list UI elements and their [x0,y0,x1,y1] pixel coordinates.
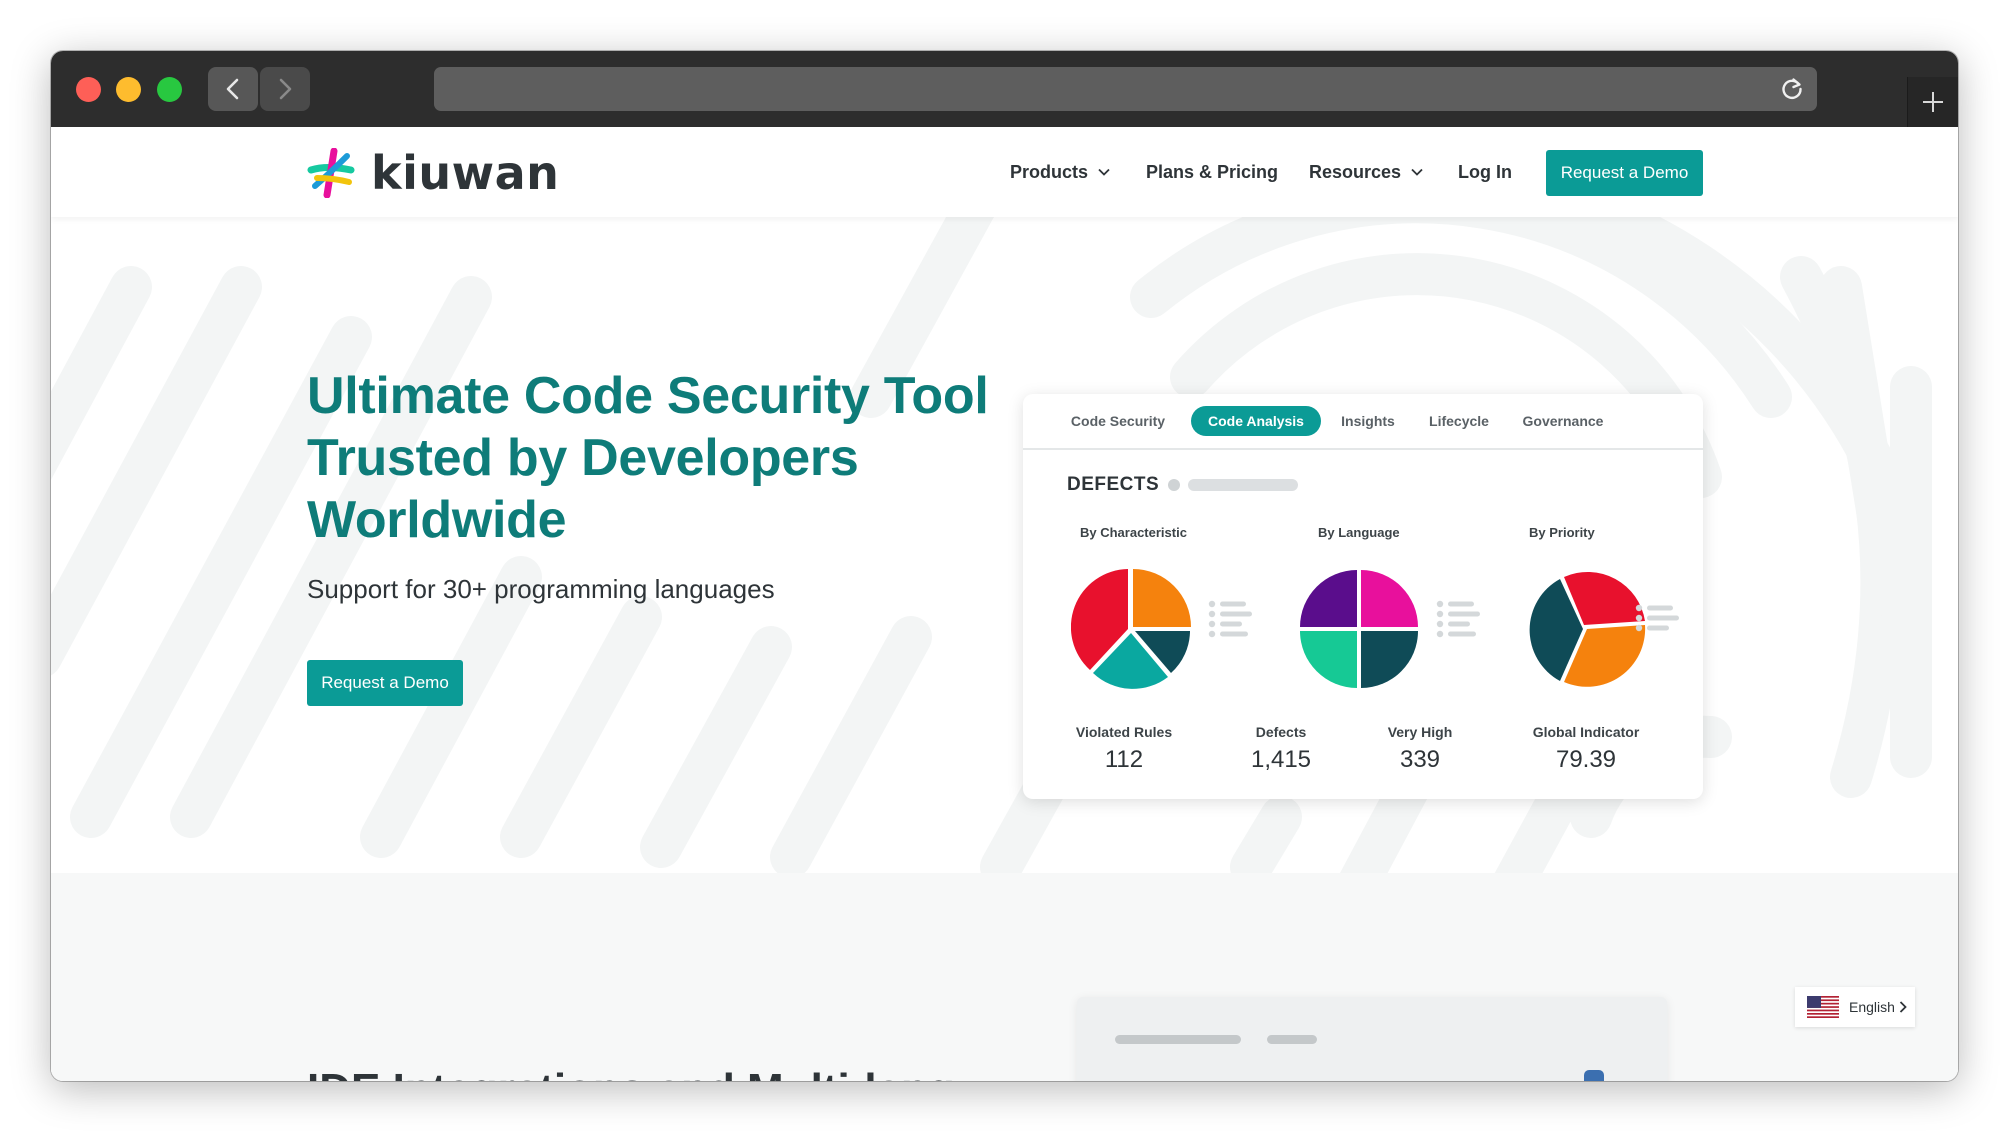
pie-label-characteristic: By Characteristic [1080,525,1187,540]
nav-products-label: Products [1010,161,1089,182]
metric-label-violated-rules: Violated Rules [1075,724,1173,740]
integrations-section: IDE Integrations and Multi-lang [51,873,1958,1081]
nav-login[interactable]: Log In [1458,162,1512,183]
metric-value-defects: 1,415 [1250,746,1312,773]
chevron-left-icon [226,78,239,100]
metric-value-violated-rules: 112 [1104,746,1144,773]
tab-lifecycle[interactable]: Lifecycle [1417,406,1501,436]
nav-resources-label: Resources [1309,161,1402,182]
language-selector[interactable]: English [1795,987,1915,1027]
python-icon [1584,1070,1604,1081]
hero-section: Ultimate Code Security Tool Trusted by D… [51,217,1958,873]
request-demo-button-hero[interactable]: Request a Demo [307,660,463,706]
list-icon [1436,600,1480,638]
request-demo-button-header[interactable]: Request a Demo [1546,150,1703,196]
tab-governance[interactable]: Governance [1513,406,1613,436]
nav-products[interactable]: Products [1010,162,1110,183]
reload-icon[interactable] [1779,76,1805,102]
chevron-down-icon [1098,168,1110,176]
new-tab-button[interactable] [1907,77,1958,127]
pie-by-characteristic [1071,569,1191,689]
metric-label-very-high: Very High [1387,724,1453,740]
pie-by-language [1300,570,1418,688]
close-window-button[interactable] [76,77,101,102]
pie-slice [1361,570,1418,627]
integrations-preview [1077,997,1667,1081]
pie-slice [1300,631,1357,688]
metric-value-very-high: 339 [1399,746,1441,773]
forward-button[interactable] [260,67,310,111]
nav-login-label: Log In [1458,161,1512,182]
address-bar[interactable] [434,67,1817,111]
site-header: kiuwan Products Plans & Pricing Resource… [51,127,1958,217]
pie-label-language: By Language [1318,525,1400,540]
maximize-window-button[interactable] [157,77,182,102]
metric-label-global-indicator: Global Indicator [1532,724,1640,740]
metric-label-defects: Defects [1255,724,1307,740]
pie-by-priority [1529,571,1646,687]
defects-title: DEFECTS [1067,474,1160,495]
nav-plans-label: Plans & Pricing [1146,161,1279,182]
metric-value-global-indicator: 79.39 [1555,746,1617,773]
us-flag-icon [1807,996,1839,1018]
list-icon [1208,600,1252,638]
language-label: English [1849,999,1895,1015]
minimize-window-button[interactable] [116,77,141,102]
list-icon [1635,604,1679,632]
kiuwan-logo-icon [307,148,355,198]
browser-window: kiuwan Products Plans & Pricing Resource… [51,51,1958,1081]
pie-label-priority: By Priority [1529,525,1595,540]
pie-slice [1133,569,1191,627]
page-viewport: kiuwan Products Plans & Pricing Resource… [51,127,1958,1081]
integrations-title: IDE Integrations and Multi-lang [307,1065,955,1081]
nav-resources[interactable]: Resources [1309,162,1423,183]
pie-slice [1300,570,1357,627]
logo-text: kiuwan [371,146,560,200]
tab-code-security[interactable]: Code Security [1063,406,1173,436]
plus-icon [1923,92,1943,112]
dashboard-preview-card: Code Security Code Analysis Insights Lif… [1023,394,1703,799]
browser-titlebar [51,51,1958,127]
tab-insights[interactable]: Insights [1331,406,1405,436]
tab-code-analysis[interactable]: Code Analysis [1191,406,1321,436]
chevron-right-icon [1899,1001,1907,1013]
back-button[interactable] [208,67,258,111]
defects-placeholder-bar [1168,479,1298,491]
pie-slice [1361,631,1418,688]
hero-subheadline: Support for 30+ programming languages [307,574,775,604]
hero-headline: Ultimate Code Security Tool Trusted by D… [307,367,989,549]
nav-plans-pricing[interactable]: Plans & Pricing [1146,162,1278,183]
chevron-down-icon [1411,168,1423,176]
kiuwan-logo[interactable]: kiuwan [307,146,559,200]
chevron-right-icon [279,78,292,100]
dashboard-tabs: Code Security Code Analysis Insights Lif… [1023,394,1703,450]
